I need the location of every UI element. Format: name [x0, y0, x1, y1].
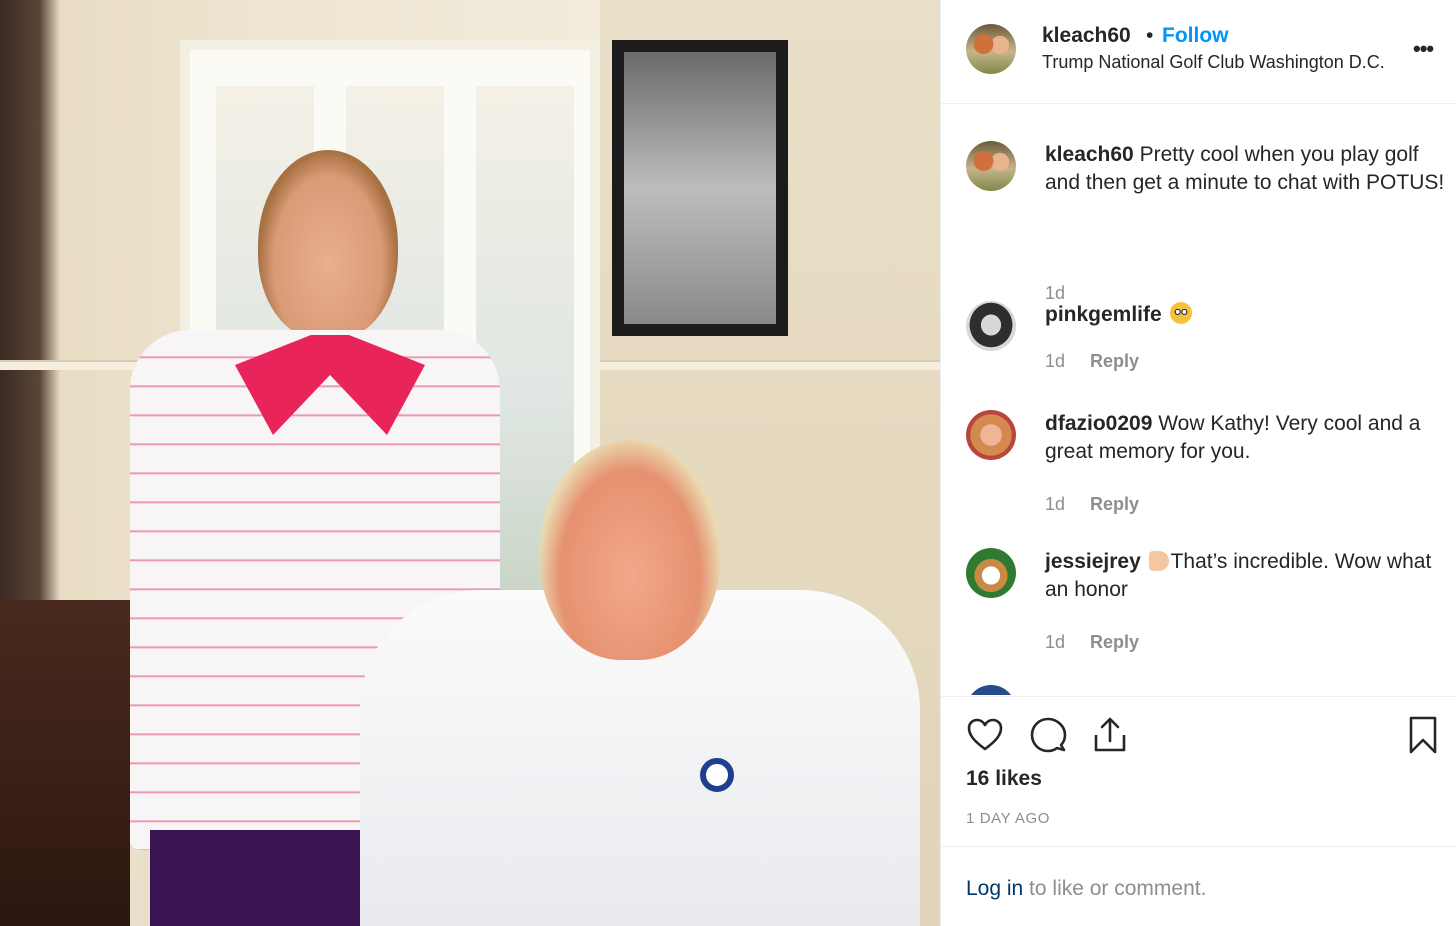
- commenter-username[interactable]: jessiejrey: [1045, 550, 1141, 573]
- comment-text: dfazio0209 Wow Kathy! Very cool and a gr…: [1045, 410, 1445, 466]
- commenter-avatar[interactable]: [966, 410, 1016, 460]
- commenter-avatar[interactable]: [966, 301, 1016, 351]
- post-photo[interactable]: [0, 0, 940, 926]
- comment-text: jessiejrey That’s incredible. Wow what a…: [1045, 548, 1445, 604]
- login-rest: to like or comment.: [1023, 877, 1207, 900]
- author-username[interactable]: kleach60: [1042, 24, 1131, 48]
- commenter-avatar-partial[interactable]: [966, 685, 1016, 695]
- likes-count[interactable]: 16 likes: [966, 767, 1042, 791]
- action-bar: 16 likes 1 DAY AGO: [941, 696, 1456, 846]
- heart-icon[interactable]: [965, 715, 1005, 755]
- caption-text: kleach60 Pretty cool when you play golf …: [1045, 141, 1445, 197]
- post-location[interactable]: Trump National Golf Club Washington D.C.: [1042, 52, 1385, 73]
- reply-button[interactable]: Reply: [1090, 632, 1139, 653]
- comment-time: 1d: [1045, 351, 1066, 371]
- commenter-username[interactable]: pinkgemlife: [1045, 303, 1162, 326]
- comment-icon[interactable]: [1028, 715, 1068, 755]
- thumbs-up-emoji: [1148, 551, 1169, 571]
- reply-button[interactable]: Reply: [1090, 351, 1139, 372]
- photo-shirt-emblem: [700, 758, 734, 792]
- comments-list[interactable]: kleach60 Pretty cool when you play golf …: [941, 105, 1456, 695]
- comment-time: 1d: [1045, 494, 1066, 514]
- post-date[interactable]: 1 DAY AGO: [966, 810, 1050, 827]
- login-prompt: Log in to like or comment.: [941, 846, 1456, 926]
- share-icon[interactable]: [1090, 715, 1130, 755]
- follow-button[interactable]: Follow: [1162, 24, 1229, 48]
- login-link[interactable]: Log in: [966, 877, 1023, 900]
- commenter-avatar[interactable]: [966, 548, 1016, 598]
- author-avatar[interactable]: [966, 24, 1016, 74]
- comment-text: pinkgemlife: [1045, 301, 1445, 329]
- more-options-icon[interactable]: •••: [1413, 36, 1434, 62]
- flushed-face-emoji: [1169, 302, 1192, 324]
- commenter-username[interactable]: kleach60: [1045, 143, 1134, 166]
- login-text: Log in to like or comment.: [966, 877, 1206, 901]
- post-header: kleach60 • Follow Trump National Golf Cl…: [941, 0, 1456, 104]
- reply-button[interactable]: Reply: [1090, 494, 1139, 515]
- comment-body: [1162, 303, 1168, 326]
- commenter-avatar[interactable]: [966, 141, 1016, 191]
- photo-woman-skirt: [150, 830, 380, 926]
- comment-time: 1d: [1045, 632, 1066, 652]
- post-sidebar: kleach60 • Follow Trump National Golf Cl…: [940, 0, 1456, 926]
- photo-woman-head: [258, 150, 398, 340]
- photo-framed-picture: [612, 40, 788, 336]
- bookmark-icon[interactable]: [1403, 715, 1443, 755]
- photo-dining-table: [0, 600, 130, 926]
- separator-dot: •: [1146, 24, 1154, 47]
- commenter-username[interactable]: dfazio0209: [1045, 412, 1152, 435]
- photo-man-head: [540, 440, 720, 660]
